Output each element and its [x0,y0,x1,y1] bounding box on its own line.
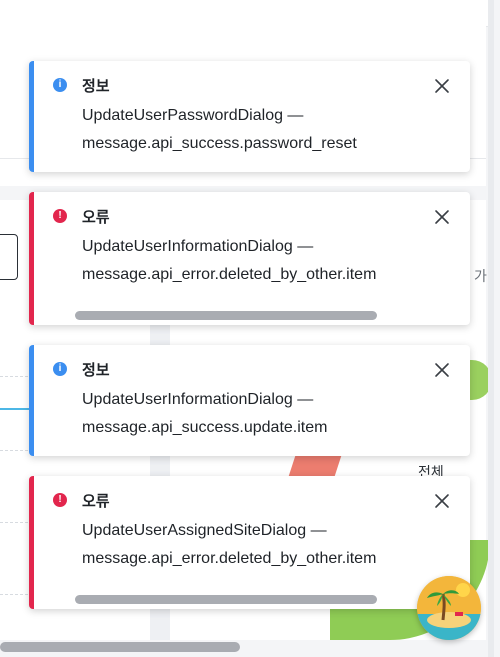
toast-title: 정보 [82,78,110,95]
info-icon: i [53,78,67,92]
close-icon[interactable] [434,493,450,509]
toast-message-line1: UpdateUserPasswordDialog — [82,107,304,124]
toast-notification: i 정보 UpdateUserPasswordDialog — message.… [29,61,470,172]
toast-horizontal-scrollbar[interactable] [75,311,377,320]
beach-island-icon [417,576,481,640]
close-icon[interactable] [434,78,450,94]
toast-message-line1: UpdateUserAssignedSiteDialog — [82,522,327,539]
error-icon: ! [53,493,67,507]
toast-title: 오류 [82,209,110,226]
avatar[interactable] [417,576,481,640]
toast-message-line2: message.api_success.password_reset [82,135,357,152]
toast-accent-bar [29,192,34,325]
toast-title: 정보 [82,362,110,379]
close-icon[interactable] [434,209,450,225]
vertical-scrollbar[interactable] [488,0,494,657]
toast-notification: ! 오류 UpdateUserInformationDialog — messa… [29,192,470,325]
close-icon[interactable] [434,362,450,378]
grid-line [0,522,28,523]
chart-line [0,408,30,410]
text-input[interactable] [0,234,18,280]
side-label: 가 [474,268,487,284]
horizontal-scrollbar[interactable] [0,642,240,652]
grid-line [0,376,28,377]
toast-horizontal-scrollbar[interactable] [75,595,377,604]
toast-message-line1: UpdateUserInformationDialog — [82,391,314,408]
top-bar [0,0,492,27]
toast-accent-bar [29,476,34,609]
toast-accent-bar [29,61,34,172]
toast-notification: ! 오류 UpdateUserAssignedSiteDialog — mess… [29,476,470,609]
toast-message-line2: message.api_error.deleted_by_other.item [82,266,377,283]
grid-line [0,594,28,595]
toast-title: 오류 [82,493,110,510]
error-icon: ! [53,209,67,223]
toast-accent-bar [29,345,34,456]
toast-message-line2: message.api_error.deleted_by_other.item [82,550,377,567]
grid-line [0,450,28,451]
info-icon: i [53,362,67,376]
toast-message-line2: message.api_success.update.item [82,419,328,436]
toast-notification: i 정보 UpdateUserInformationDialog — messa… [29,345,470,456]
toast-message-line1: UpdateUserInformationDialog — [82,238,314,255]
